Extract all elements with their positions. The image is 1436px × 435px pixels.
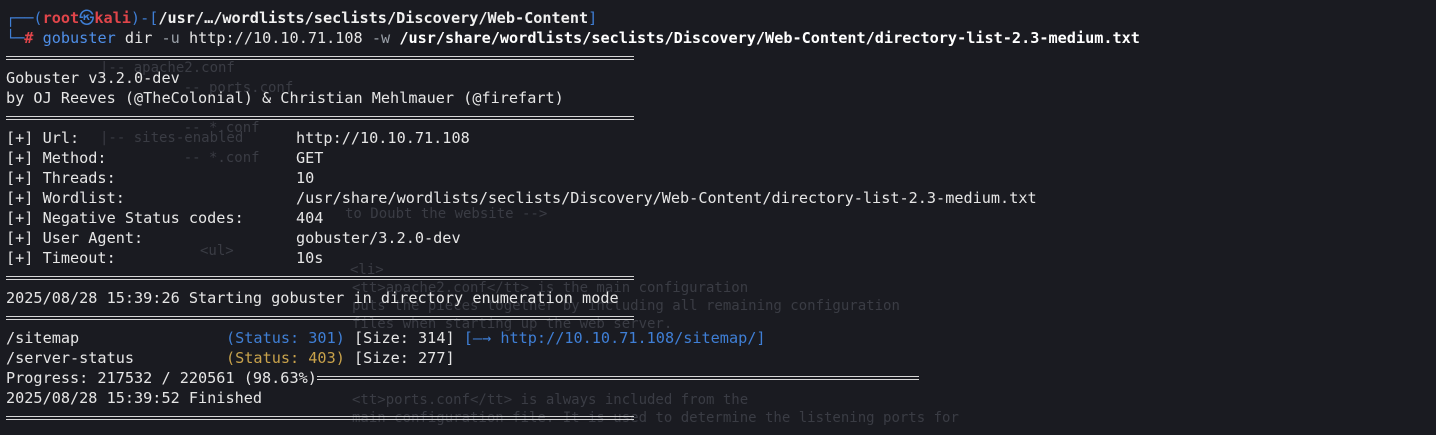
flag-w: -w: [371, 29, 391, 47]
wordlist-argument: /usr/share/wordlists/seclists/Discovery/…: [399, 29, 1140, 47]
result-size: [Size: 314]: [354, 329, 455, 347]
config-value: 10: [296, 169, 315, 187]
prompt-frame-open: ┌──(: [6, 9, 43, 27]
separator-line: [6, 268, 1430, 288]
result-path: /sitemap: [6, 329, 80, 347]
result-row: /server-status (Status: 403) [Size: 277]: [6, 348, 1430, 368]
banner-version: Gobuster v3.2.0-dev: [6, 69, 180, 87]
config-row-wordlist: [+] Wordlist: /usr/share/wordlists/seclis…: [6, 188, 1430, 208]
result-path: /server-status: [6, 349, 135, 367]
config-row-timeout: [+] Timeout: 10s: [6, 248, 1430, 268]
config-row-user-agent: [+] User Agent: gobuster/3.2.0-dev: [6, 228, 1430, 248]
config-value: GET: [296, 149, 324, 167]
prompt-frame-mid: )-[: [130, 9, 159, 27]
progress-text: Progress: 217532 / 220561 (98.63%): [6, 369, 317, 387]
command-line[interactable]: └─# gobuster dir -u http://10.10.71.108 …: [6, 28, 1430, 48]
start-message: 2025/08/28 15:39:26 Starting gobuster in…: [6, 289, 619, 307]
terminal-window[interactable]: |-- apache2.conf -- ports.conf -- *.conf…: [0, 0, 1436, 435]
prompt-frame-bottom: └─: [6, 29, 25, 47]
config-label: [+] Timeout:: [6, 249, 116, 267]
config-label: [+] Method:: [6, 149, 107, 167]
url-argument: http://10.10.71.108: [188, 29, 363, 47]
separator-line: [6, 308, 1430, 328]
prompt-host: kali: [94, 9, 131, 27]
separator-line: [6, 108, 1430, 128]
flag-u: -u: [161, 29, 180, 47]
progress-bar: [316, 368, 919, 388]
config-value: http://10.10.71.108: [296, 129, 470, 147]
config-label: [+] Threads:: [6, 169, 116, 187]
config-label: [+] Negative Status codes:: [6, 209, 244, 227]
config-row-method: [+] Method: GET: [6, 148, 1430, 168]
config-value: /usr/share/wordlists/seclists/Discovery/…: [296, 189, 1037, 207]
prompt-cwd: /usr/…/wordlists/seclists/Discovery/Web-…: [158, 9, 589, 27]
config-row-threads: [+] Threads: 10: [6, 168, 1430, 188]
prompt-line-top: ┌──(root㉿kali)-[/usr/…/wordlists/seclist…: [6, 8, 1430, 28]
config-label: [+] User Agent:: [6, 229, 144, 247]
config-value: 404: [296, 209, 324, 227]
result-status: (Status: 403): [226, 349, 345, 367]
finish-message: 2025/08/28 15:39:52 Finished: [6, 389, 263, 407]
config-value: 10s: [296, 249, 324, 267]
separator-line: [6, 48, 1430, 68]
config-label: [+] Url:: [6, 129, 80, 147]
separator-line: [6, 408, 1430, 428]
kali-skull-icon: ㉿: [79, 9, 95, 27]
result-size: [Size: 277]: [354, 349, 455, 367]
prompt-user: root: [42, 9, 80, 27]
banner-authors: by OJ Reeves (@TheColonial) & Christian …: [6, 89, 564, 107]
config-label: [+] Wordlist:: [6, 189, 125, 207]
result-redirect-link[interactable]: [—→ http://10.10.71.108/sitemap/]: [464, 329, 766, 347]
result-status: (Status: 301): [226, 329, 345, 347]
command-name: gobuster: [42, 29, 116, 47]
result-row: /sitemap (Status: 301) [Size: 314] [—→ ht…: [6, 328, 1430, 348]
config-row-url: [+] Url: http://10.10.71.108: [6, 128, 1430, 148]
progress-line: Progress: 217532 / 220561 (98.63%): [6, 368, 1430, 388]
config-value: gobuster/3.2.0-dev: [296, 229, 461, 247]
config-row-negative-status: [+] Negative Status codes: 404: [6, 208, 1430, 228]
prompt-frame-close: ]: [588, 9, 598, 27]
command-subcommand: dir: [124, 29, 153, 47]
terminal-output[interactable]: ┌──(root㉿kali)-[/usr/…/wordlists/seclist…: [6, 8, 1430, 428]
prompt-hash: #: [24, 29, 34, 47]
